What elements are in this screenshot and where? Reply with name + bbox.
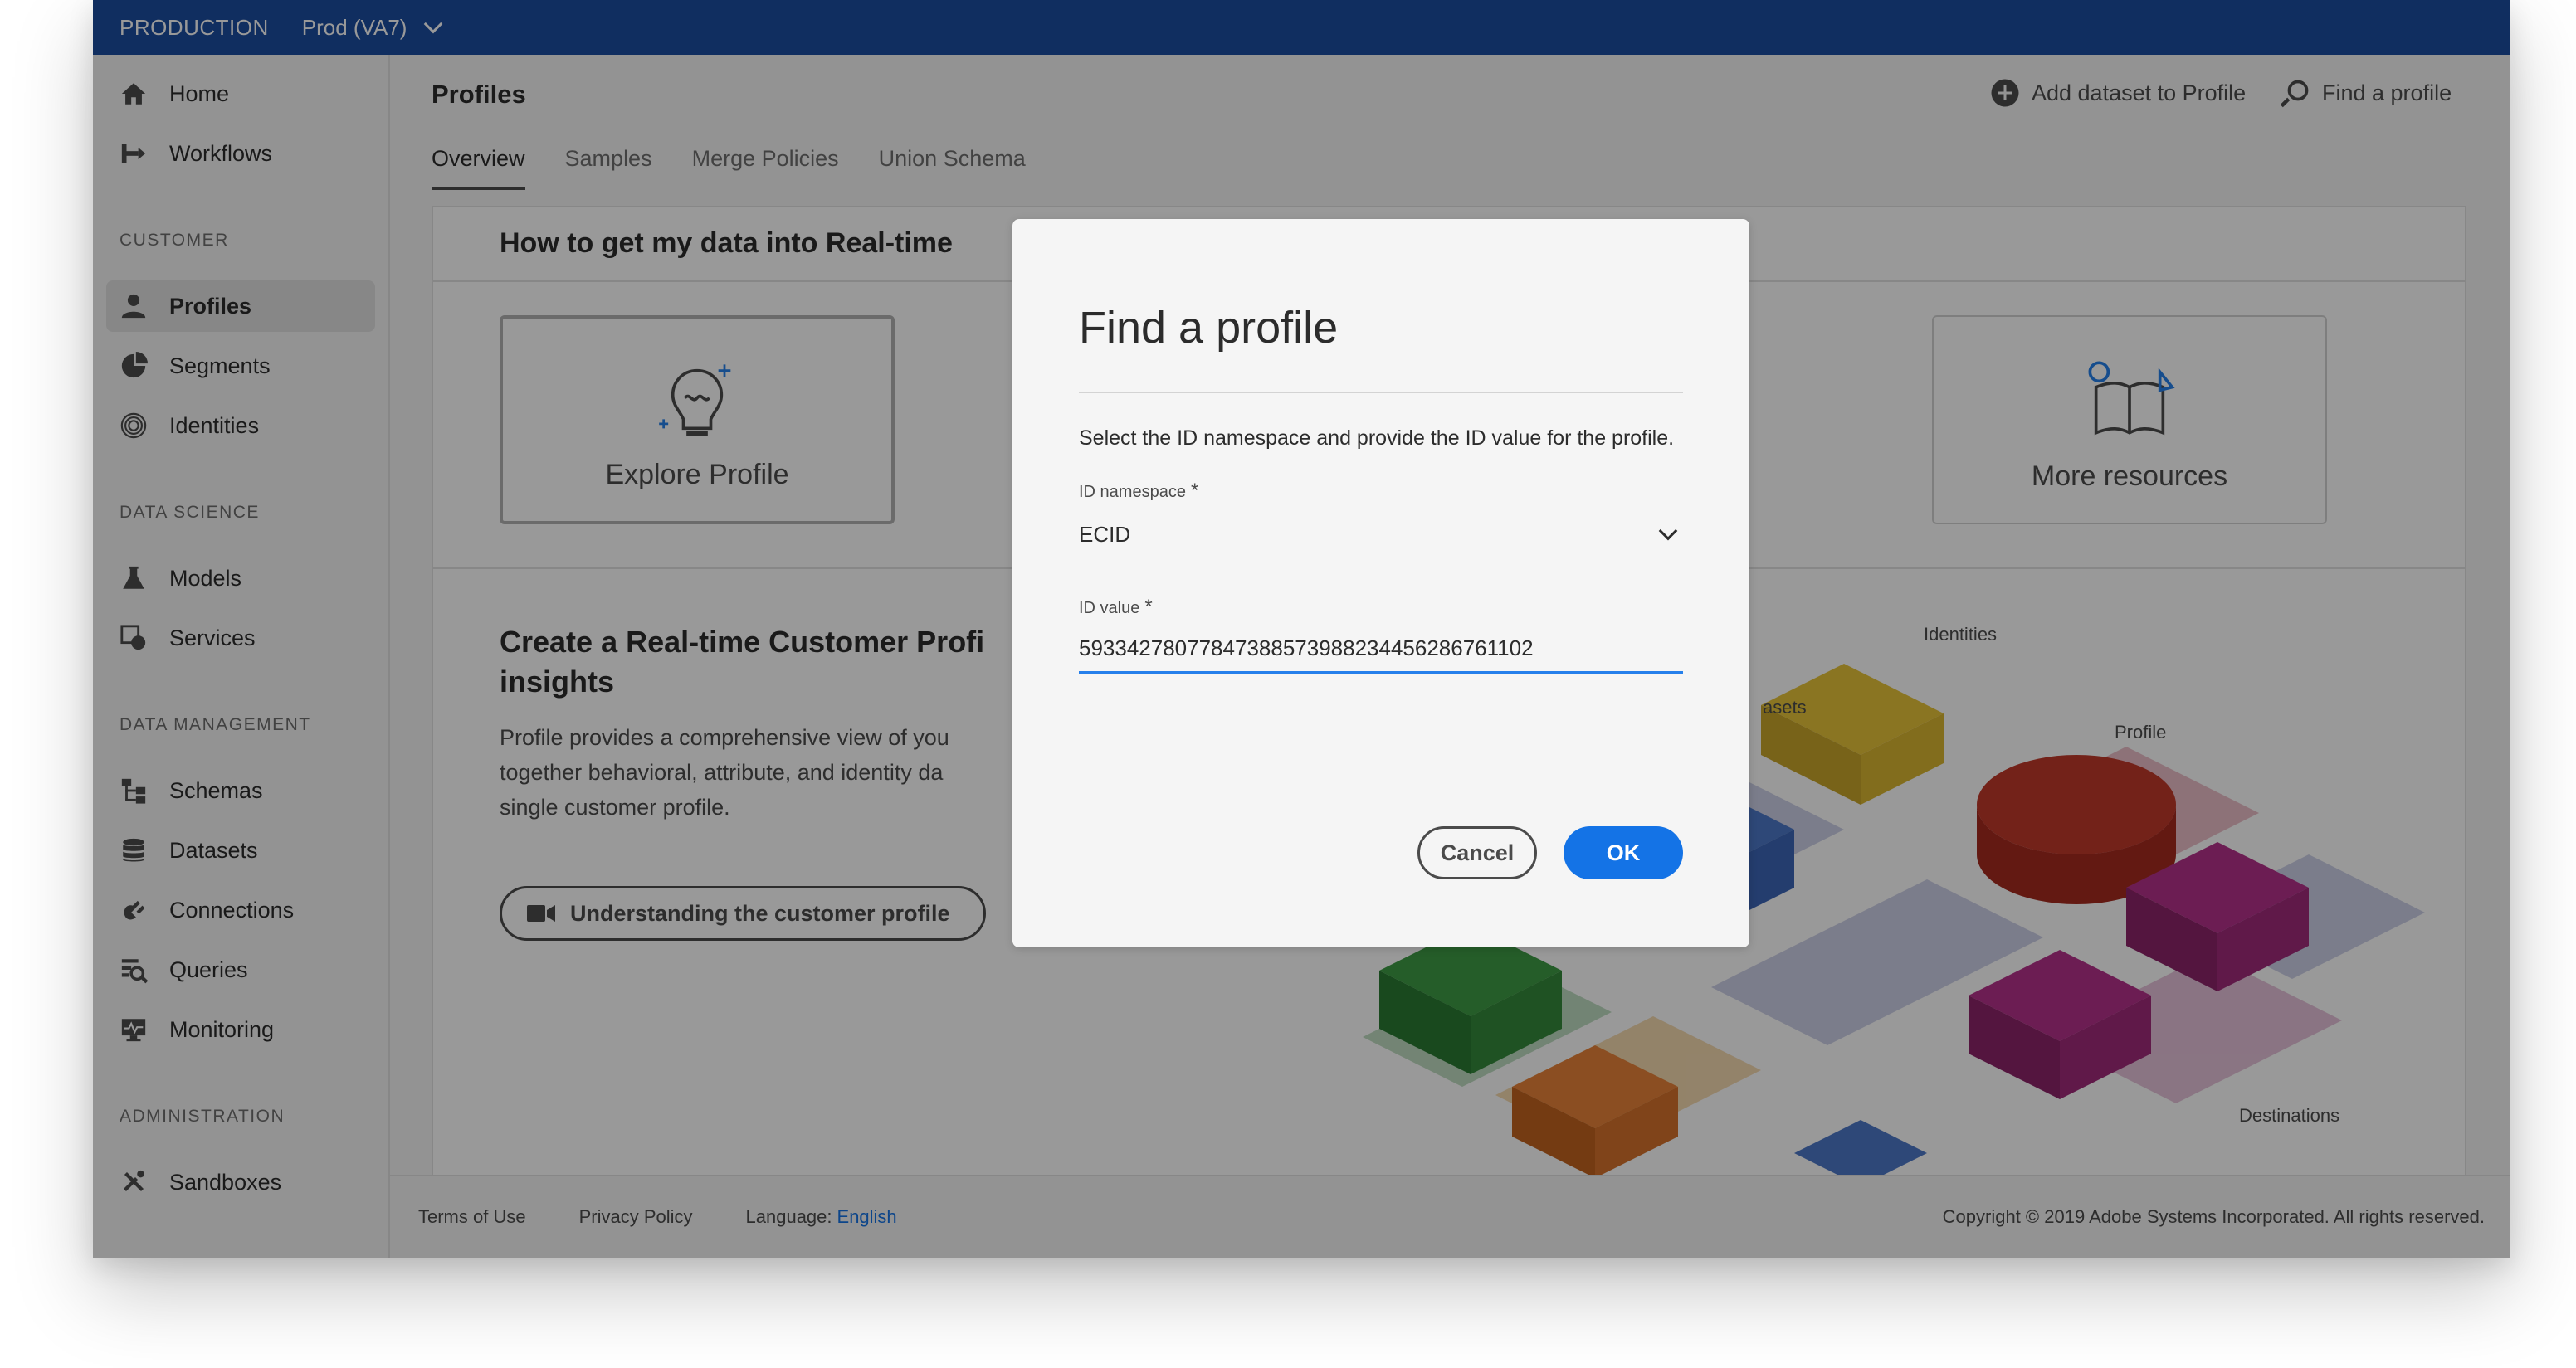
dialog-divider [1079,392,1683,393]
id-value-input[interactable] [1079,626,1683,674]
dialog-description: Select the ID namespace and provide the … [1079,426,1675,450]
dialog-title: Find a profile [1079,303,1339,353]
ok-button[interactable]: OK [1564,826,1683,879]
id-value-field-label: ID value * [1079,596,1153,619]
namespace-label-text: ID namespace [1079,483,1186,501]
chevron-down-icon [1658,521,1678,541]
app-window: PRODUCTION Prod (VA7) Home Workflows CUS… [93,0,2510,1258]
id-value-label-text: ID value [1079,599,1140,617]
required-asterisk: * [1144,596,1153,618]
required-asterisk: * [1190,480,1199,502]
cancel-button[interactable]: Cancel [1417,826,1537,879]
namespace-dropdown[interactable]: ECID [1079,509,1683,559]
find-profile-dialog: Find a profile Select the ID namespace a… [1012,219,1749,947]
namespace-field-label: ID namespace * [1079,480,1198,503]
namespace-selected-value: ECID [1079,521,1131,547]
